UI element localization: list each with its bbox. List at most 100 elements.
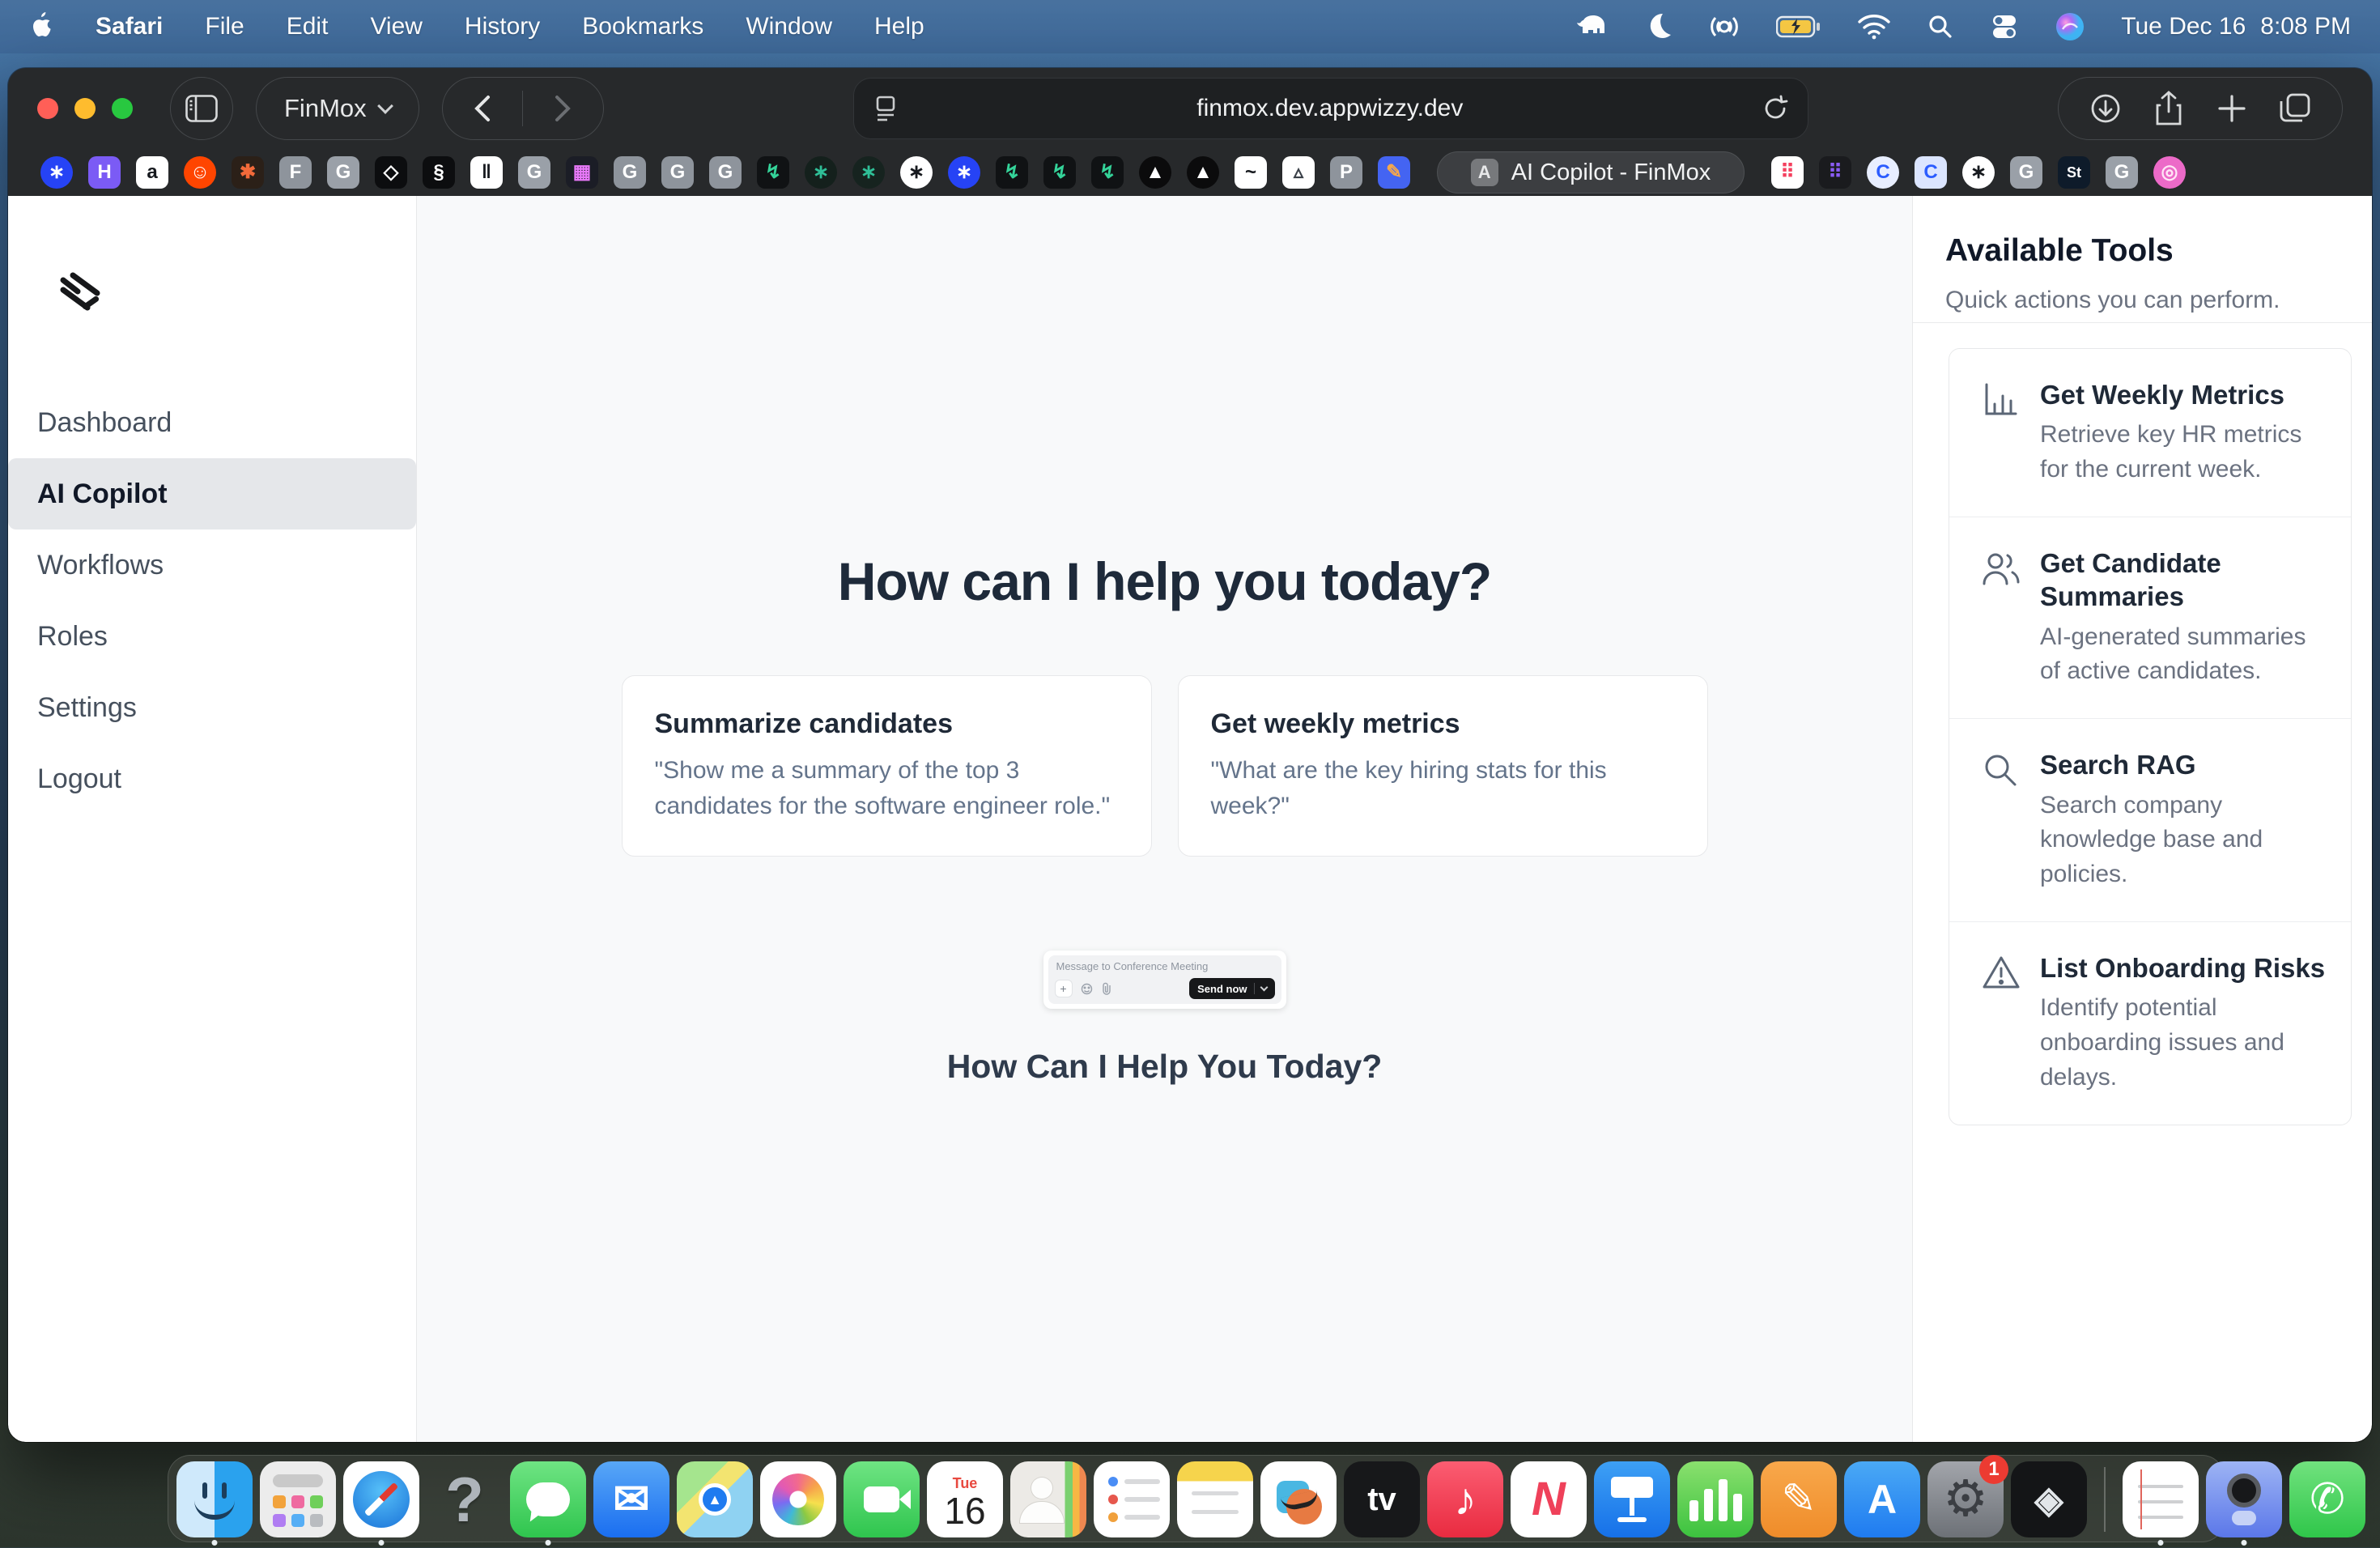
dock-icon-launchpad[interactable] [260, 1461, 336, 1537]
dock-icon-textedit[interactable] [2123, 1461, 2199, 1537]
sidebar-item-ai-copilot[interactable]: AI Copilot [8, 458, 416, 529]
dock-icon-music[interactable]: ♪ [1427, 1461, 1503, 1537]
dock-icon-photos[interactable] [760, 1461, 836, 1537]
favorite-openai-white-2[interactable]: ∗ [1962, 156, 1995, 189]
menu-item-window[interactable]: Window [746, 13, 832, 40]
menu-item-view[interactable]: View [370, 13, 422, 40]
share-button[interactable] [2143, 91, 2195, 126]
dock-icon-freeform[interactable] [1260, 1461, 1337, 1537]
favorite-openai-teal-2[interactable]: ∗ [852, 156, 885, 189]
favorite-c-blue-2[interactable]: C [1915, 156, 1947, 189]
favorite-section-black[interactable]: § [423, 156, 455, 189]
dock-icon-quicktime[interactable] [2206, 1461, 2282, 1537]
dock-icon-safari[interactable] [343, 1461, 419, 1537]
tool-item-list-onboarding-risks[interactable]: List Onboarding RisksIdentify potential … [1949, 921, 2351, 1125]
favorite-pen-nib[interactable]: ✎ [1378, 156, 1410, 189]
favorite-letter-g-1[interactable]: G [327, 156, 359, 189]
favorite-dribbble[interactable]: ◎ [2153, 156, 2186, 189]
favorite-bolt-2[interactable]: ↯ [996, 156, 1028, 189]
dock-icon-numbers[interactable] [1677, 1461, 1753, 1537]
menu-item-history[interactable]: History [465, 13, 540, 40]
address-bar[interactable]: finmox.dev.appwizzy.dev [853, 78, 1808, 139]
dock-icon-news[interactable]: N [1511, 1461, 1587, 1537]
favorite-chatgpt-blue[interactable]: ∗ [40, 156, 73, 189]
favorite-pixel-grid[interactable]: ▦ [566, 156, 598, 189]
tool-item-search-rag[interactable]: Search RAGSearch company knowledge base … [1949, 718, 2351, 921]
dock-icon-help[interactable]: ? [427, 1461, 503, 1537]
dock-icon-keynote[interactable] [1594, 1461, 1670, 1537]
tool-item-get-weekly-metrics[interactable]: Get Weekly MetricsRetrieve key HR metric… [1949, 349, 2351, 517]
menu-item-help[interactable]: Help [874, 13, 924, 40]
favorite-framer[interactable]: ◇ [375, 156, 407, 189]
favorite-swoosh[interactable]: ~ [1235, 156, 1267, 189]
menu-bar-clock[interactable]: Tue Dec 16 8:08 PM [2121, 13, 2351, 40]
back-button[interactable] [443, 78, 523, 139]
dock-icon-calendar[interactable]: Tue16 [927, 1461, 1003, 1537]
sidebar-item-logout[interactable]: Logout [8, 743, 416, 814]
tab-overview-button[interactable] [2269, 91, 2321, 125]
dock-icon-facetime[interactable] [844, 1461, 920, 1537]
favorite-figma-light[interactable]: ⠿ [1771, 156, 1804, 189]
dock-icon-maps[interactable]: ▲ [677, 1461, 753, 1537]
active-tab[interactable]: A AI Copilot - FinMox [1437, 151, 1745, 194]
dock-icon-app-store[interactable]: A [1844, 1461, 1920, 1537]
favorite-letter-f[interactable]: F [279, 156, 312, 189]
airdrop-icon[interactable] [1708, 11, 1740, 43]
moon-icon[interactable] [1645, 11, 1672, 43]
favorite-reddit[interactable]: ☺ [184, 156, 216, 189]
favorite-letter-g-4[interactable]: G [661, 156, 694, 189]
spotlight-icon[interactable] [1927, 11, 1954, 43]
dock-icon-settings[interactable]: ⚙1 [1927, 1461, 2004, 1537]
siri-icon[interactable] [2055, 11, 2085, 43]
favorite-hubspot[interactable]: ✱ [232, 156, 264, 189]
favorite-sailboat[interactable]: ▵ [1282, 156, 1315, 189]
favorite-vercel-2[interactable]: ▲ [1187, 156, 1219, 189]
menu-item-edit[interactable]: Edit [287, 13, 329, 40]
favorite-figma-dark[interactable]: ⠿ [1819, 156, 1851, 189]
sidebar-toggle-button[interactable] [170, 77, 233, 140]
zoom-window-button[interactable] [112, 98, 133, 119]
favorite-purple-app[interactable]: H [88, 156, 121, 189]
battery-charging-icon[interactable] [1776, 11, 1821, 43]
menu-item-file[interactable]: File [205, 13, 244, 40]
profile-switcher[interactable]: FinMox [256, 77, 419, 140]
dock-icon-apple-tv[interactable]: tv [1344, 1461, 1420, 1537]
favorite-openai-white[interactable]: ∗ [900, 156, 933, 189]
dock-icon-mail[interactable]: ✉ [593, 1461, 669, 1537]
sidebar-item-settings[interactable]: Settings [8, 672, 416, 743]
suggestion-card[interactable]: Get weekly metrics"What are the key hiri… [1178, 675, 1708, 857]
sidebar-item-roles[interactable]: Roles [8, 601, 416, 672]
favorite-chatgpt-blue-2[interactable]: ∗ [948, 156, 980, 189]
favorite-amazon[interactable]: a [136, 156, 168, 189]
favorite-letter-g-2[interactable]: G [518, 156, 550, 189]
close-window-button[interactable] [37, 98, 58, 119]
apple-icon[interactable] [29, 12, 53, 41]
favorite-streamlit[interactable]: St [2058, 156, 2090, 189]
tool-item-get-candidate-summaries[interactable]: Get Candidate SummariesAI-generated summ… [1949, 517, 2351, 718]
new-tab-button[interactable] [2206, 93, 2258, 124]
forward-button[interactable] [523, 78, 603, 139]
favorite-c-blue-1[interactable]: C [1867, 156, 1899, 189]
elephant-icon[interactable] [1575, 11, 1609, 43]
dock-icon-phone[interactable]: ✆ [2289, 1461, 2365, 1537]
dock-icon-contacts[interactable] [1010, 1461, 1086, 1537]
favorite-bolt-3[interactable]: ↯ [1043, 156, 1076, 189]
menu-item-bookmarks[interactable]: Bookmarks [582, 13, 703, 40]
dock-icon-reminders[interactable] [1094, 1461, 1170, 1537]
control-center-icon[interactable] [1990, 11, 2019, 43]
favorite-bolt-4[interactable]: ↯ [1091, 156, 1124, 189]
favorite-letter-g-7[interactable]: G [2106, 156, 2138, 189]
dock-icon-finder[interactable] [176, 1461, 253, 1537]
downloads-button[interactable] [2080, 91, 2131, 125]
page-format-icon[interactable] [873, 94, 898, 123]
suggestion-card[interactable]: Summarize candidates"Show me a summary o… [622, 675, 1152, 857]
favorite-bolt-1[interactable]: ↯ [757, 156, 789, 189]
sidebar-item-dashboard[interactable]: Dashboard [8, 387, 416, 458]
favorite-letter-g-6[interactable]: G [2010, 156, 2042, 189]
favorite-letter-g-5[interactable]: G [709, 156, 742, 189]
favorite-letter-p[interactable]: P [1330, 156, 1362, 189]
favorite-pause-white[interactable]: ‖ [470, 156, 503, 189]
url-text[interactable]: finmox.dev.appwizzy.dev [898, 95, 1762, 122]
favorite-letter-g-3[interactable]: G [614, 156, 646, 189]
dock-icon-pages[interactable]: ✎ [1761, 1461, 1837, 1537]
